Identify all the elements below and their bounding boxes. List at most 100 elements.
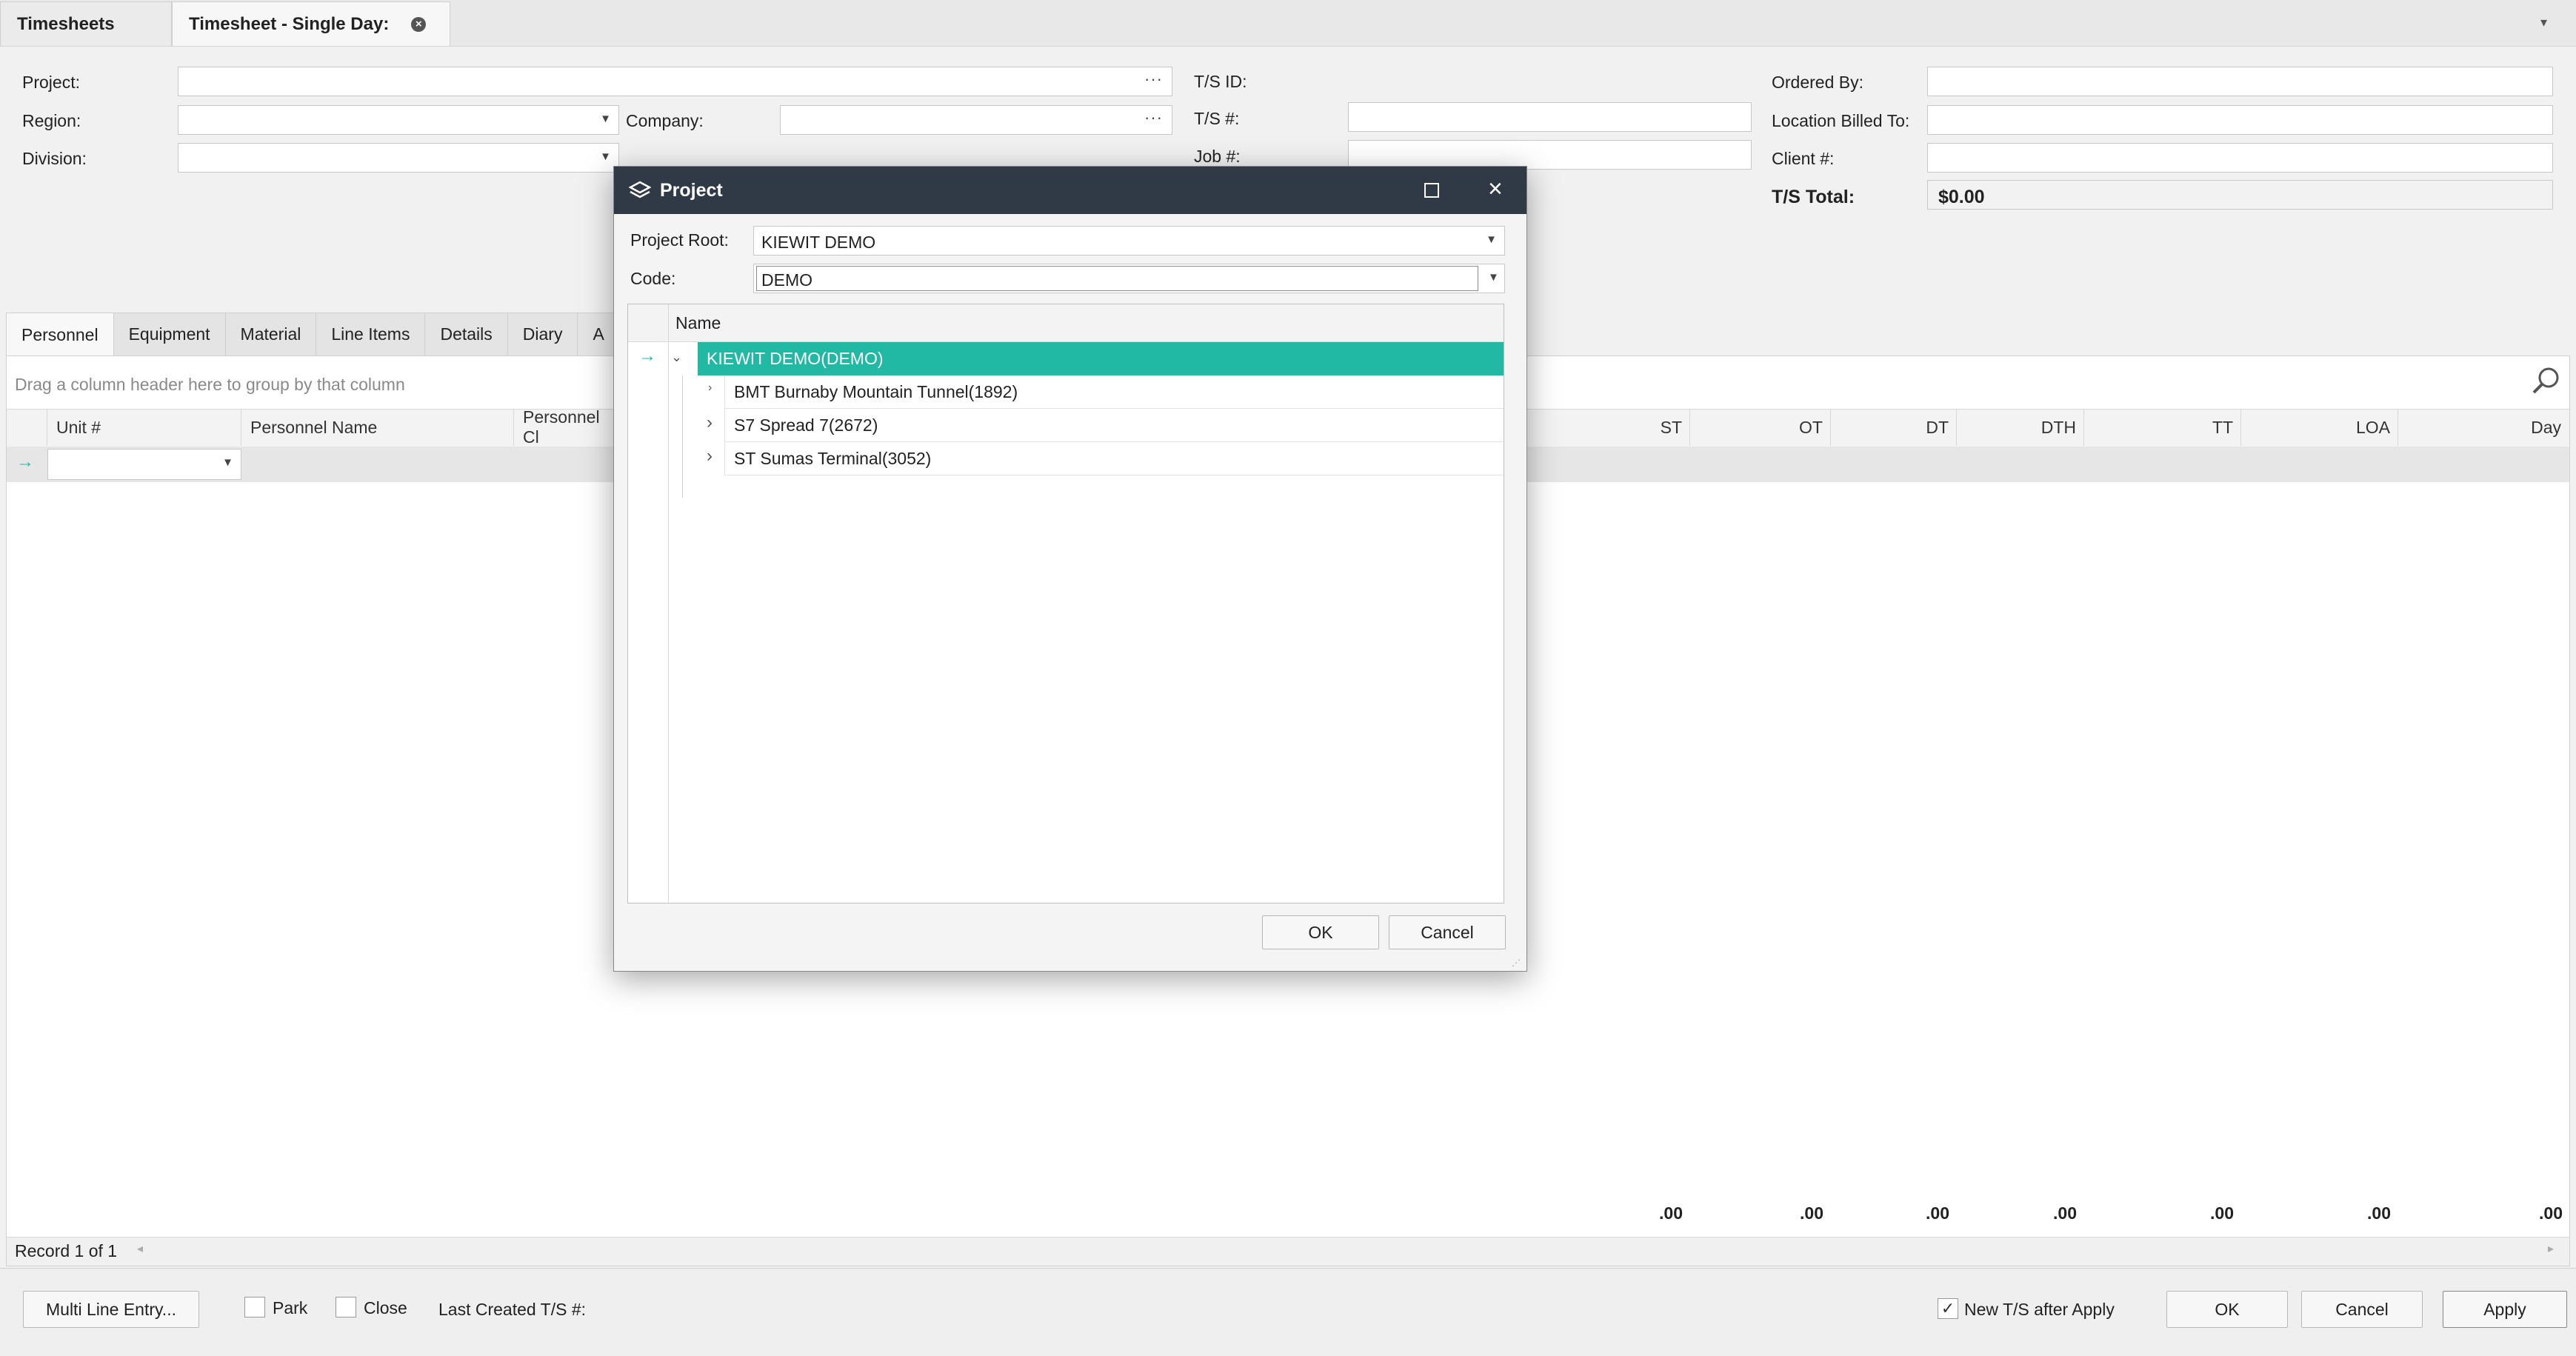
tab-label: Timesheets (17, 13, 115, 34)
tree-item-bmt[interactable]: BMT Burnaby Mountain Tunnel(1892) (724, 375, 1504, 409)
tree-header-name[interactable]: Name (675, 313, 721, 333)
company-label: Company: (626, 111, 704, 130)
column-ot[interactable]: OT (1690, 409, 1831, 446)
tree-item-label: ST Sumas Terminal(3052) (734, 448, 932, 468)
tab-diary[interactable]: Diary (507, 313, 578, 355)
column-personnel-class[interactable]: Personnel Cl (514, 407, 618, 447)
multi-line-entry-button[interactable]: Multi Line Entry... (23, 1291, 199, 1328)
tree-item-label: KIEWIT DEMO(DEMO) (707, 349, 884, 368)
ordered-by-label: Ordered By: (1772, 73, 1863, 92)
dialog-ok-button[interactable]: OK (1262, 915, 1379, 949)
dialog-title-bar[interactable]: Project × (614, 167, 1526, 214)
row-arrow-icon: → (638, 346, 656, 366)
chevron-down-icon: ▼ (1486, 233, 1497, 246)
location-billed-field[interactable] (1927, 105, 2553, 135)
detail-tabs: Personnel Equipment Material Line Items … (6, 313, 620, 357)
region-dropdown[interactable]: ▼ (178, 105, 619, 135)
ts-number-field[interactable] (1348, 102, 1752, 132)
client-number-label: Client #: (1772, 149, 1835, 168)
record-count: Record 1 of 1 (15, 1241, 118, 1260)
tree-indent-line (682, 375, 683, 498)
scroll-right-icon[interactable]: ▸ (2548, 1241, 2554, 1256)
project-field[interactable]: ··· (178, 67, 1172, 96)
maximize-icon[interactable] (1424, 183, 1439, 198)
column-personnel-name[interactable]: Personnel Name (241, 409, 514, 446)
ellipsis-icon[interactable]: ··· (1144, 70, 1163, 89)
tab-line-items[interactable]: Line Items (316, 313, 426, 355)
expand-chevron-icon[interactable]: › (708, 381, 712, 395)
tab-details[interactable]: Details (424, 313, 508, 355)
close-checkbox[interactable] (336, 1297, 356, 1317)
tab-label: Timesheet - Single Day: (189, 13, 390, 34)
new-ts-after-apply-label: New T/S after Apply (1964, 1300, 2115, 1319)
tree-item-label: BMT Burnaby Mountain Tunnel(1892) (734, 381, 1018, 401)
tree-item-s7[interactable]: S7 Spread 7(2672) (724, 409, 1504, 442)
total-st: .00 (1659, 1203, 1683, 1223)
division-dropdown[interactable]: ▼ (178, 143, 619, 173)
layers-icon (629, 181, 651, 198)
resize-grip-icon[interactable]: ⋰ (1512, 958, 1521, 968)
close-label: Close (364, 1298, 407, 1317)
expand-chevron-icon[interactable]: › (707, 446, 713, 467)
ts-number-label: T/S #: (1194, 109, 1240, 128)
tab-timesheets[interactable]: Timesheets (0, 1, 172, 46)
apply-button[interactable]: Apply (2443, 1291, 2567, 1328)
tree-item-kiewit-demo[interactable]: KIEWIT DEMO(DEMO) (698, 342, 1504, 375)
indicator-divider (668, 304, 669, 903)
search-icon[interactable] (2529, 364, 2562, 397)
tab-overflow-chevron-icon[interactable]: ▾ (2540, 15, 2547, 30)
tab-personnel[interactable]: Personnel (6, 313, 114, 357)
park-checkbox[interactable] (244, 1297, 265, 1317)
region-label: Region: (22, 111, 81, 130)
cancel-button[interactable]: Cancel (2301, 1291, 2423, 1328)
chevron-down-icon: ▼ (222, 456, 233, 469)
chevron-down-icon: ▼ (600, 150, 611, 163)
unit-dropdown[interactable]: ▼ (47, 449, 241, 480)
code-label: Code: (630, 269, 676, 288)
ellipsis-icon[interactable]: ··· (1144, 108, 1163, 127)
park-label: Park (273, 1298, 308, 1317)
total-day: .00 (2539, 1203, 2563, 1223)
code-chevron-down-icon[interactable]: ▼ (1488, 271, 1499, 284)
tree-header (628, 304, 1504, 342)
tab-material[interactable]: Material (224, 313, 317, 355)
ok-button[interactable]: OK (2166, 1291, 2288, 1328)
total-dt: .00 (1926, 1203, 1949, 1223)
project-root-value: KIEWIT DEMO (761, 233, 876, 252)
close-tab-icon[interactable]: × (411, 16, 427, 32)
column-day[interactable]: Day (2398, 409, 2569, 446)
dialog-cancel-button[interactable]: Cancel (1389, 915, 1506, 949)
job-number-label: Job #: (1194, 147, 1241, 166)
job-number-field[interactable] (1348, 140, 1752, 170)
total-tt: .00 (2210, 1203, 2234, 1223)
chevron-down-icon: ▼ (600, 113, 611, 125)
column-dth[interactable]: DTH (1957, 409, 2084, 446)
client-number-field[interactable] (1927, 143, 2553, 173)
collapse-chevron-icon[interactable]: ⌄ (671, 350, 682, 365)
total-ot: .00 (1800, 1203, 1823, 1223)
row-indicator-header (7, 409, 47, 446)
ts-total-value: $0.00 (1927, 180, 2553, 210)
column-tt[interactable]: TT (2084, 409, 2241, 446)
tab-equipment[interactable]: Equipment (113, 313, 226, 355)
code-input[interactable]: DEMO (756, 266, 1478, 291)
tree-item-st[interactable]: ST Sumas Terminal(3052) (724, 442, 1504, 475)
new-ts-after-apply-checkbox[interactable]: ✓ (1938, 1298, 1958, 1319)
ts-id-label: T/S ID: (1194, 72, 1247, 91)
column-dt[interactable]: DT (1831, 409, 1957, 446)
record-navigator-bar (7, 1237, 2569, 1266)
tab-timesheet-single-day[interactable]: Timesheet - Single Day: × (172, 1, 450, 46)
column-unit[interactable]: Unit # (47, 409, 241, 446)
column-st[interactable]: ST (1527, 409, 1690, 446)
project-root-label: Project Root: (630, 230, 729, 250)
project-dialog: Project × Project Root: KIEWIT DEMO ▼ Co… (613, 166, 1527, 972)
column-loa[interactable]: LOA (2241, 409, 2398, 446)
group-panel-hint: Drag a column header here to group by th… (15, 375, 405, 394)
company-field[interactable]: ··· (780, 105, 1172, 135)
ordered-by-field[interactable] (1927, 67, 2553, 96)
project-root-dropdown[interactable]: KIEWIT DEMO ▼ (753, 226, 1505, 255)
tree-item-label: S7 Spread 7(2672) (734, 415, 878, 435)
close-icon[interactable]: × (1488, 174, 1503, 204)
expand-chevron-icon[interactable]: › (707, 413, 713, 433)
scroll-left-icon[interactable]: ◂ (137, 1241, 143, 1256)
